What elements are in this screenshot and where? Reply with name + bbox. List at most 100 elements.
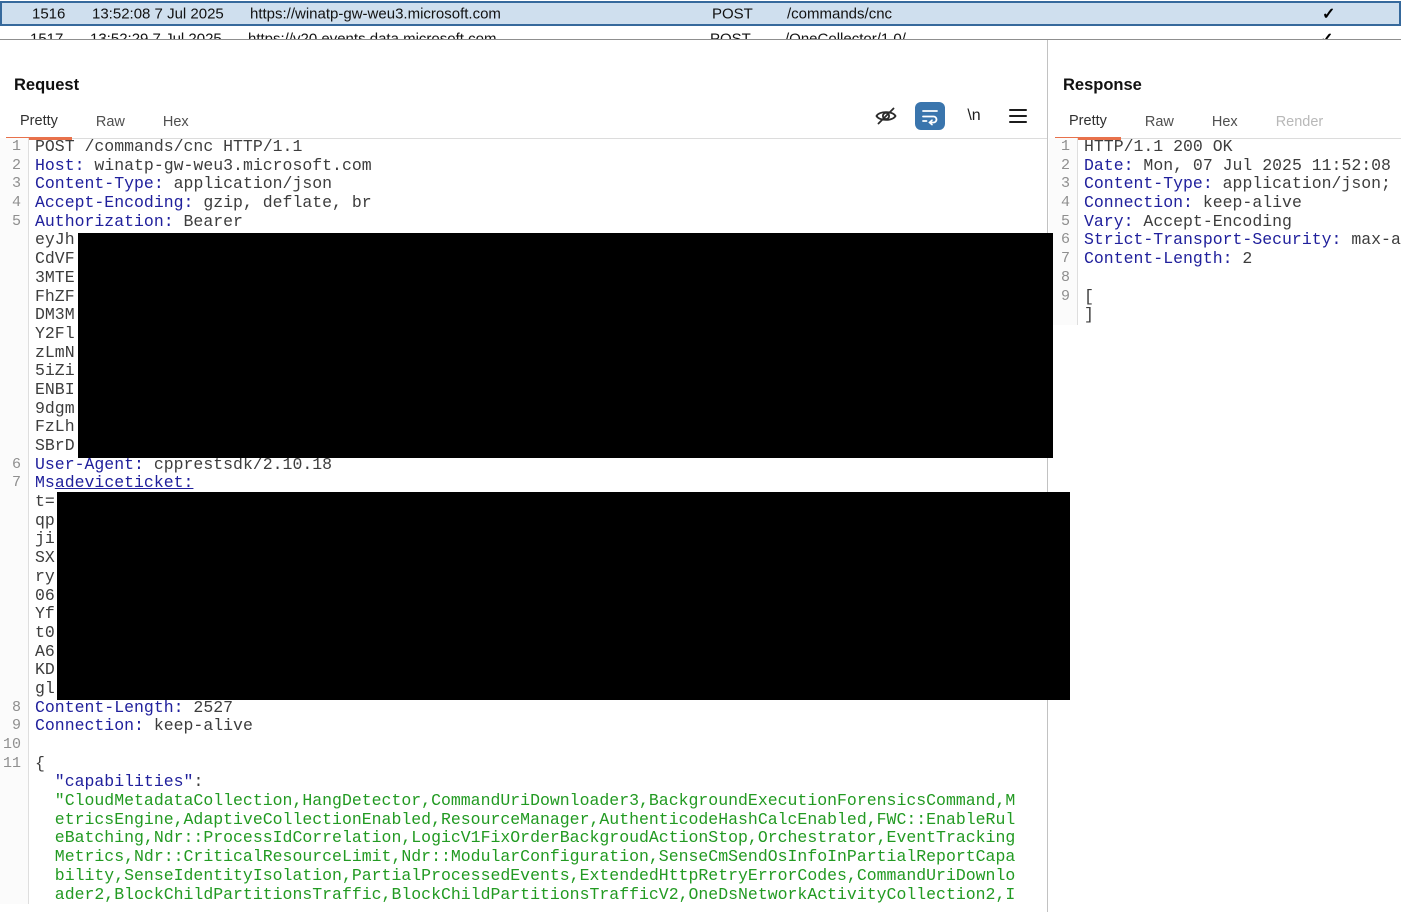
response-tabbar: Pretty Raw Hex Render: [1049, 95, 1401, 139]
history-cell-meth: POST: [712, 5, 753, 22]
history-cell-url: https://v20.events.data.microsoft.com: [248, 30, 496, 40]
tab-raw[interactable]: Raw: [82, 108, 139, 138]
line-number: [0, 886, 29, 905]
history-cell-meth: POST: [710, 30, 751, 40]
history-cell-id: 1516: [32, 5, 65, 22]
line-number: [0, 231, 29, 250]
redaction-box-msadeviceticket: [57, 492, 1070, 700]
line-number: [0, 530, 29, 549]
line-number: 6: [1049, 231, 1078, 250]
line-number: [0, 661, 29, 680]
line-number: [0, 587, 29, 606]
line-number: 2: [0, 157, 29, 176]
line-number: [0, 288, 29, 307]
code-line: 1POST /commands/cnc HTTP/1.1: [0, 138, 1047, 157]
line-number: 6: [0, 456, 29, 475]
line-number: [0, 400, 29, 419]
line-number: [0, 624, 29, 643]
line-number: [0, 773, 29, 792]
line-number: 1: [0, 138, 29, 157]
line-number: [0, 848, 29, 867]
code-line: eBatching,Ndr::ProcessIdCorrelation,Logi…: [0, 829, 1047, 848]
code-line: bility,SenseIdentityIsolation,PartialPro…: [0, 867, 1047, 886]
code-line: "capabilities":: [0, 773, 1047, 792]
tab-hex[interactable]: Hex: [149, 108, 203, 138]
line-number: [0, 493, 29, 512]
line-number: [0, 344, 29, 363]
code-line: 10: [0, 736, 1047, 755]
code-line: 4Accept-Encoding: gzip, deflate, br: [0, 194, 1047, 213]
line-number: [0, 512, 29, 531]
code-line: "CloudMetadataCollection,HangDetector,Co…: [0, 792, 1047, 811]
line-number: [0, 250, 29, 269]
tab-raw[interactable]: Raw: [1131, 108, 1188, 138]
line-number: 7: [1049, 250, 1078, 269]
tab-hex[interactable]: Hex: [1198, 108, 1252, 138]
tab-pretty[interactable]: Pretty: [1055, 107, 1121, 140]
code-line: ader2,BlockChildPartitionsTraffic,BlockC…: [0, 886, 1047, 905]
hide-read-only-eye-icon[interactable]: [871, 102, 901, 130]
line-number: 9: [0, 717, 29, 736]
response-panel: Response Pretty Raw Hex Render 1HTTP/1.1 20…: [1049, 40, 1401, 912]
line-number: 1: [1049, 138, 1078, 157]
code-line: 6Strict-Transport-Security: max-a: [1049, 231, 1401, 250]
request-panel-title: Request: [14, 76, 1047, 95]
line-number: [0, 568, 29, 587]
history-cell-chk: ✓: [1322, 4, 1335, 24]
code-line: 8: [1049, 269, 1401, 288]
line-number: [0, 792, 29, 811]
word-wrap-icon[interactable]: [915, 102, 945, 130]
line-number: 5: [0, 213, 29, 232]
code-line: 9Connection: keep-alive: [0, 717, 1047, 736]
code-line: 1HTTP/1.1 200 OK: [1049, 138, 1401, 157]
code-line: 9[: [1049, 288, 1401, 307]
history-row-1517[interactable]: 1517 13:52:29 7 Jul 2025 https://v20.event…: [0, 26, 1401, 40]
history-cell-id: 1517: [30, 30, 63, 40]
history-row-1516[interactable]: 151613:52:08 7 Jul 2025https://winatp-gw…: [0, 1, 1401, 26]
code-line: 7Content-Length: 2: [1049, 250, 1401, 269]
menu-icon[interactable]: [1003, 102, 1033, 130]
newline-characters-icon[interactable]: \n: [959, 102, 989, 130]
history-cell-chk: ✓: [1320, 29, 1333, 41]
http-history-table: 151613:52:08 7 Jul 2025https://winatp-gw…: [0, 0, 1401, 40]
code-line: 11{: [0, 755, 1047, 774]
response-panel-title: Response: [1063, 76, 1401, 95]
code-line: 7Msadeviceticket:: [0, 474, 1047, 493]
line-number: [0, 605, 29, 624]
history-cell-path: /OneCollector/1.0/: [785, 30, 906, 40]
line-number: 4: [1049, 194, 1078, 213]
code-line: Metrics,Ndr::CriticalResourceLimit,Ndr::…: [0, 848, 1047, 867]
code-line: ]: [1049, 306, 1401, 325]
line-number: 10: [0, 736, 29, 755]
line-number: 3: [1049, 175, 1078, 194]
line-number: [1049, 306, 1078, 325]
line-number: [0, 643, 29, 662]
code-line: 3Content-Type: application/json: [0, 175, 1047, 194]
line-number: [0, 269, 29, 288]
line-number: [0, 306, 29, 325]
line-number: 5: [1049, 213, 1078, 232]
line-number: 2: [1049, 157, 1078, 176]
request-panel: Request Pretty Raw Hex \n: [0, 40, 1048, 912]
line-number: 11: [0, 755, 29, 774]
history-cell-path: /commands/cnc: [787, 5, 892, 22]
code-line: 2Date: Mon, 07 Jul 2025 11:52:08: [1049, 157, 1401, 176]
code-line: 4Connection: keep-alive: [1049, 194, 1401, 213]
line-number: [0, 325, 29, 344]
line-number: 8: [0, 699, 29, 718]
response-editor[interactable]: 1HTTP/1.1 200 OK2Date: Mon, 07 Jul 2025 …: [1049, 138, 1401, 912]
history-cell-url: https://winatp-gw-weu3.microsoft.com: [250, 5, 501, 22]
line-number: 8: [1049, 269, 1078, 288]
code-line: 6User-Agent: cpprestsdk/2.10.18: [0, 456, 1047, 475]
tab-pretty[interactable]: Pretty: [6, 107, 72, 140]
line-number: [0, 437, 29, 456]
redaction-box-bearer-token: [78, 233, 1053, 458]
tab-render[interactable]: Render: [1262, 108, 1338, 138]
history-cell-time: 13:52:29 7 Jul 2025: [90, 30, 222, 40]
line-number: [0, 362, 29, 381]
line-number: 7: [0, 474, 29, 493]
code-line: etricsEngine,AdaptiveCollectionEnabled,R…: [0, 811, 1047, 830]
code-line: 5Authorization: Bearer: [0, 213, 1047, 232]
line-number: [0, 418, 29, 437]
line-number: [0, 549, 29, 568]
